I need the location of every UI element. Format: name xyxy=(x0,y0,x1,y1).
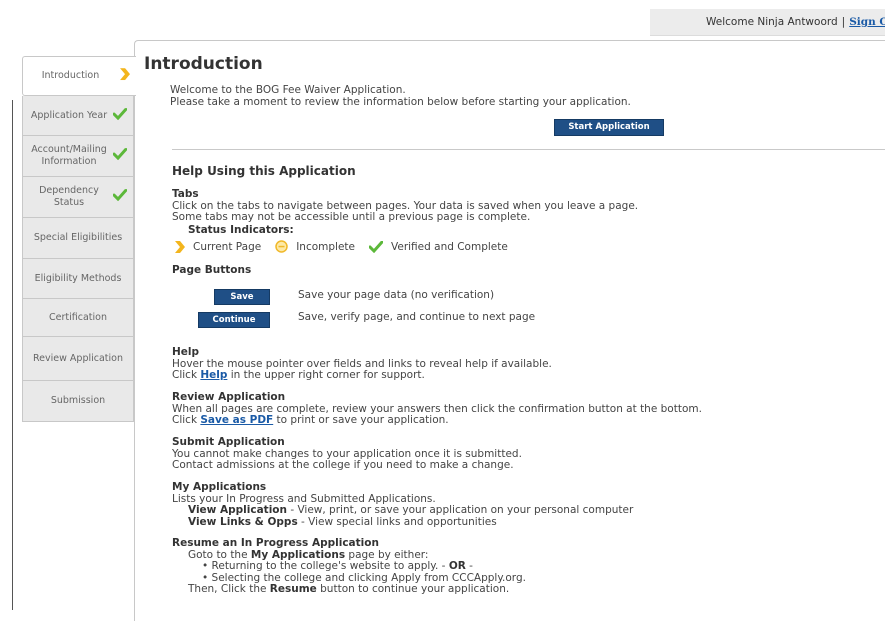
sign-out-link[interactable]: Sign O xyxy=(849,16,885,28)
chevron-right-icon xyxy=(175,240,185,253)
checkmark-icon xyxy=(112,147,128,164)
tab-application-year[interactable]: Application Year xyxy=(22,96,134,136)
continue-description: Save, verify page, and continue to next … xyxy=(298,311,536,323)
status-heading: Status Indicators: xyxy=(188,224,294,236)
tab-label: Eligibility Methods xyxy=(34,272,122,284)
chevron-right-icon xyxy=(119,68,130,84)
tab-special-eligibilities[interactable]: Special Eligibilities xyxy=(22,218,134,259)
sidebar: Introduction Application Year Account/Ma… xyxy=(22,56,136,422)
tab-certification[interactable]: Certification xyxy=(22,299,134,337)
resume-block: Resume an In Progress Application Goto t… xyxy=(172,537,526,595)
tab-label: Submission xyxy=(50,395,106,407)
review-block: Review Application When all pages are co… xyxy=(172,391,702,426)
tab-dependency-status[interactable]: Dependency Status xyxy=(22,177,134,218)
block-text: Some tabs may not be accessible until a … xyxy=(172,211,531,223)
tab-eligibility-methods[interactable]: Eligibility Methods xyxy=(22,259,134,299)
tab-submission[interactable]: Submission xyxy=(22,381,134,422)
main-content: Introduction Welcome to the BOG Fee Waiv… xyxy=(144,54,885,595)
content-panel xyxy=(134,40,885,621)
incomplete-icon xyxy=(275,240,288,253)
tab-review-application[interactable]: Review Application xyxy=(22,337,134,381)
intro-text: Welcome to the BOG Fee Waiver Applicatio… xyxy=(170,84,631,108)
tabs-help-block: Tabs Click on the tabs to navigate betwe… xyxy=(172,188,638,224)
header-separator: | xyxy=(841,16,846,28)
submit-block: Submit Application You cannot make chang… xyxy=(172,436,522,471)
continue-button[interactable]: Continue xyxy=(198,312,270,328)
page-buttons-heading: Page Buttons xyxy=(172,264,252,276)
status-current-label: Current Page xyxy=(193,240,262,253)
block-heading: Tabs xyxy=(172,188,199,200)
checkmark-icon xyxy=(369,240,383,253)
tab-label: Application Year xyxy=(30,109,108,121)
status-indicators: Status Indicators: Current Page Incomple… xyxy=(174,224,522,253)
save-as-pdf-link[interactable]: Save as PDF xyxy=(200,414,273,426)
help-link[interactable]: Help xyxy=(200,369,227,381)
checkmark-icon xyxy=(112,188,128,205)
tab-introduction[interactable]: Introduction xyxy=(22,56,136,96)
intro-line: Please take a moment to review the infor… xyxy=(170,96,631,108)
tab-label: Review Application xyxy=(33,352,123,364)
tab-account-mailing[interactable]: Account/Mailing Information xyxy=(22,136,134,177)
save-button[interactable]: Save xyxy=(214,289,270,305)
help-section-title: Help Using this Application xyxy=(172,164,356,178)
divider xyxy=(172,149,885,150)
tab-label: Introduction xyxy=(41,70,100,82)
checkmark-icon xyxy=(112,107,128,124)
tab-label: Certification xyxy=(49,311,107,323)
status-verified-label: Verified and Complete xyxy=(391,240,508,253)
top-bar: Welcome Ninja Antwoord | Sign O xyxy=(650,9,885,36)
start-application-button[interactable]: Start Application xyxy=(554,119,664,136)
save-description: Save your page data (no verification) xyxy=(298,289,495,301)
help-block: Help Hover the mouse pointer over fields… xyxy=(172,346,552,381)
page-title: Introduction xyxy=(144,54,263,74)
welcome-text: Welcome Ninja Antwoord xyxy=(706,16,838,28)
window-edge xyxy=(12,100,13,610)
tab-label: Special Eligibilities xyxy=(33,232,123,244)
status-incomplete-label: Incomplete xyxy=(296,240,355,253)
my-applications-block: My Applications Lists your In Progress a… xyxy=(172,481,634,528)
intro-line: Welcome to the BOG Fee Waiver Applicatio… xyxy=(170,84,406,96)
